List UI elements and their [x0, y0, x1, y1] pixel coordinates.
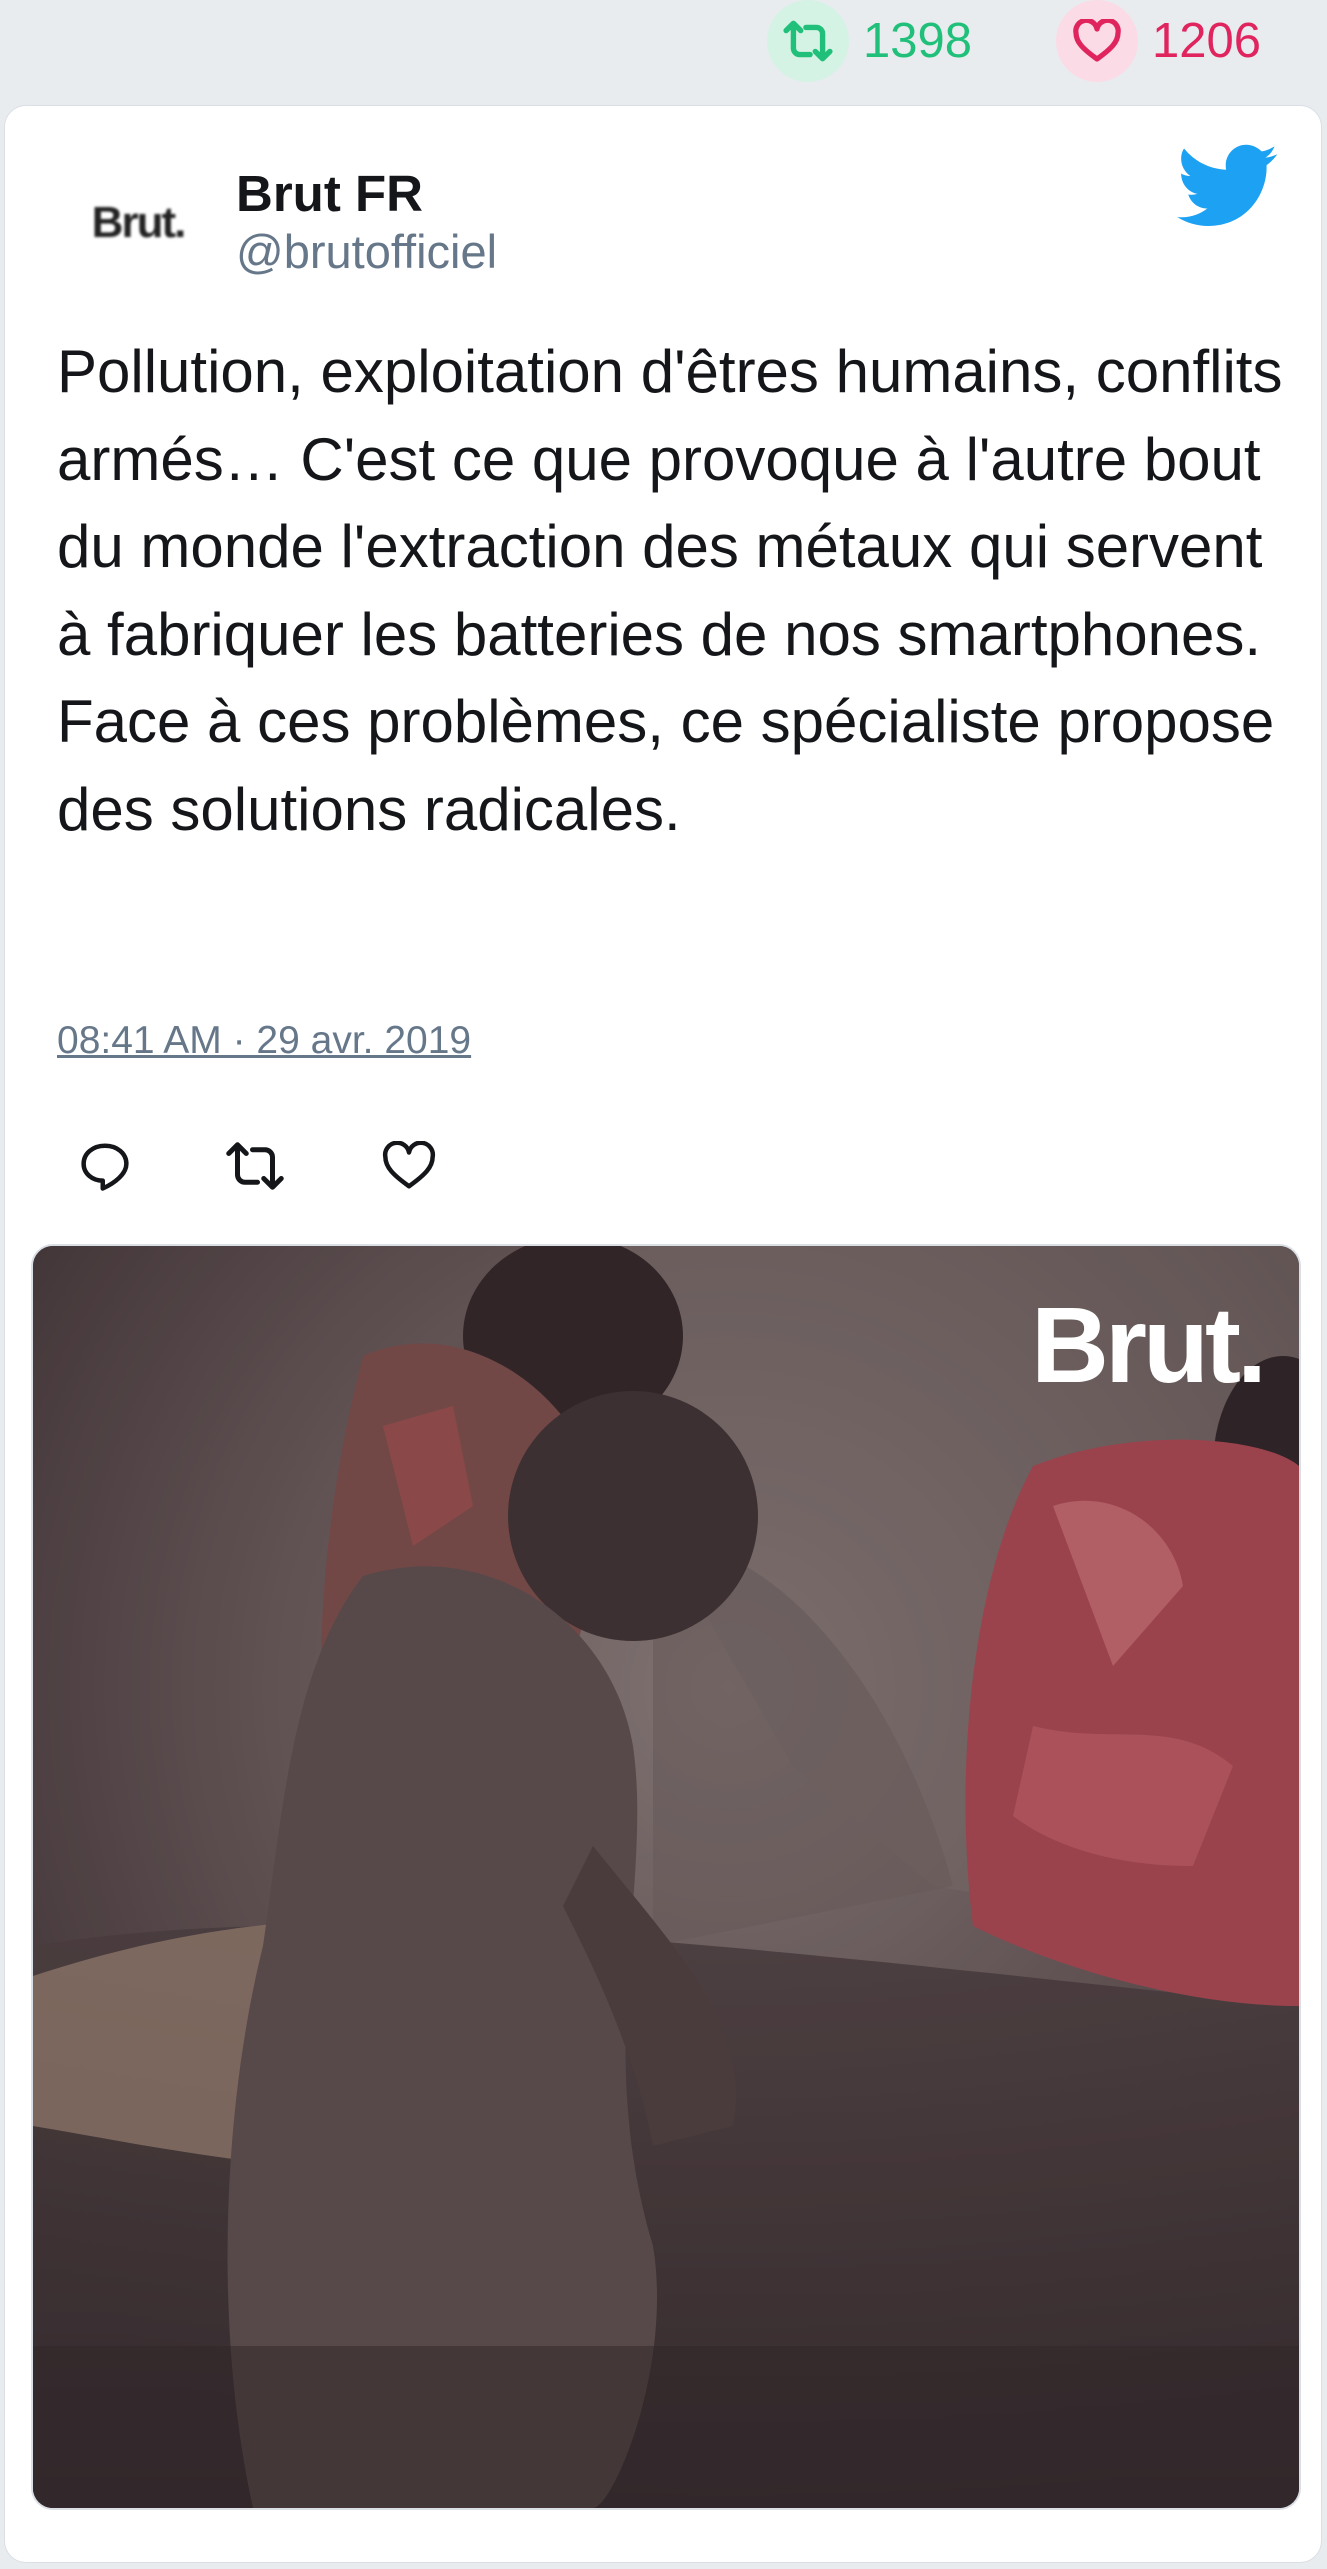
tweet-media-video[interactable]: Brut. [31, 1244, 1301, 2510]
reply-icon[interactable] [75, 1136, 135, 1196]
twitter-bird-icon[interactable] [1177, 144, 1277, 228]
retweet-count: 1398 [863, 14, 973, 68]
retweet-icon[interactable] [767, 0, 849, 82]
video-thumbnail [33, 1246, 1299, 2508]
avatar-logo: Brut. [91, 198, 187, 247]
tweet-card[interactable]: Brut. Brut FR @brutofficiel Pollution, e… [4, 105, 1322, 2563]
brut-watermark: Brut. [1031, 1284, 1267, 1405]
like-icon[interactable] [379, 1136, 439, 1196]
like-count: 1206 [1152, 14, 1262, 68]
retweet-action-icon[interactable] [225, 1136, 285, 1196]
top-stats-bar: 1398 1206 [0, 0, 1327, 105]
avatar[interactable]: Brut. [53, 168, 223, 278]
tweet-text: Pollution, exploitation d'êtres humains,… [57, 338, 1283, 843]
like-stat[interactable]: 1206 [1056, 0, 1261, 82]
author-handle[interactable]: @brutofficiel [236, 224, 497, 279]
retweet-stat[interactable]: 1398 [767, 0, 972, 82]
author-name[interactable]: Brut FR [236, 164, 423, 223]
tweet-timestamp[interactable]: 08:41 AM · 29 avr. 2019 [57, 1019, 471, 1063]
heart-icon[interactable] [1056, 0, 1138, 82]
